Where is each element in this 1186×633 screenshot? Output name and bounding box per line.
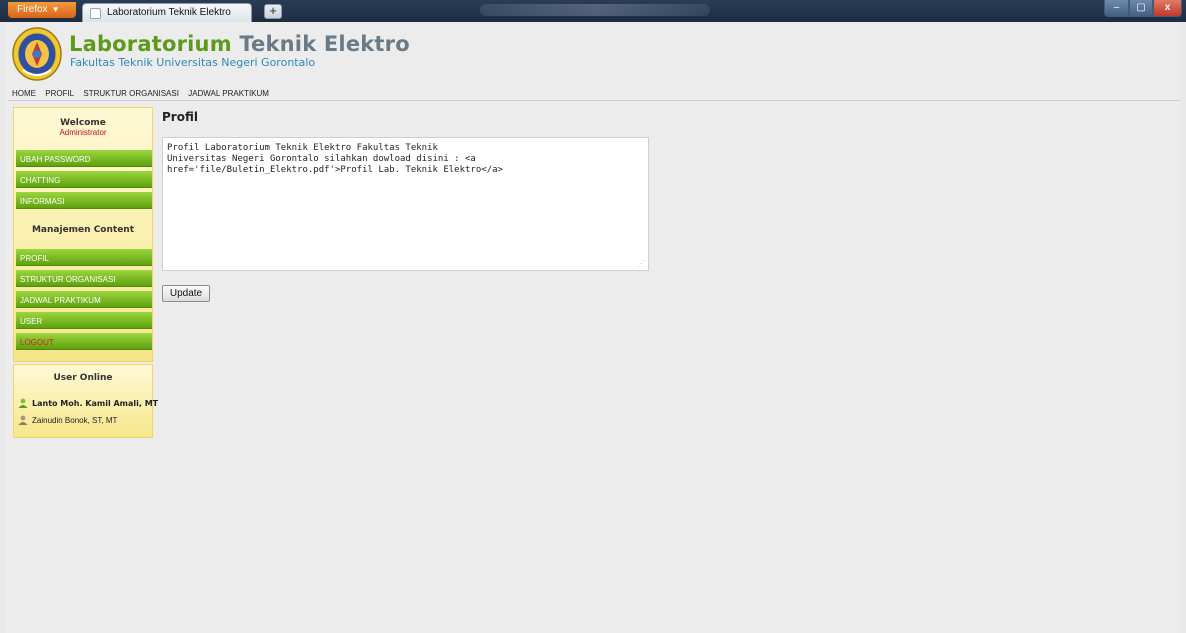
nav-profil[interactable]: PROFIL <box>45 89 74 98</box>
user-role: Administrator <box>59 128 107 137</box>
user-online-heading: User Online <box>53 373 113 383</box>
online-user-row: Lanto Moh. Kamil Amali, MT <box>18 398 158 408</box>
header-divider <box>8 100 1180 101</box>
close-window-button[interactable]: x <box>1153 0 1182 17</box>
page-title: Profil <box>162 110 198 124</box>
site-title-part2: Teknik Elektro <box>239 32 410 56</box>
sidebar-welcome-panel: Welcome Administrator UBAH PASSWORD CHAT… <box>13 107 153 362</box>
maximize-button[interactable]: ▢ <box>1129 0 1153 17</box>
site-title: Laboratorium Teknik Elektro <box>69 32 410 56</box>
new-tab-button[interactable]: + <box>264 4 282 19</box>
update-button[interactable]: Update <box>162 285 210 302</box>
profile-content-textarea[interactable]: Profil Laboratorium Teknik Elektro Fakul… <box>162 137 649 271</box>
menu-chatting[interactable]: CHATTING <box>16 171 152 188</box>
menu-struktur-organisasi[interactable]: STRUKTUR ORGANISASI <box>16 270 152 287</box>
menu-jadwal-praktikum[interactable]: JADWAL PRAKTIKUM <box>16 291 152 308</box>
browser-tab[interactable]: Laboratorium Teknik Elektro <box>82 3 252 22</box>
online-user-row: Zainudin Bonok, ST, MT <box>18 415 117 425</box>
menu-profil[interactable]: PROFIL <box>16 249 152 266</box>
nav-jadwal-praktikum[interactable]: JADWAL PRAKTIKUM <box>188 89 269 98</box>
welcome-heading: Welcome <box>60 118 106 128</box>
tab-title: Laboratorium Teknik Elektro <box>107 7 231 18</box>
user-online-icon <box>18 398 28 408</box>
chevron-down-icon: ▼ <box>51 5 60 14</box>
site-title-part1: Laboratorium <box>69 32 232 56</box>
online-user-name: Lanto Moh. Kamil Amali, MT <box>32 399 159 408</box>
nav-home[interactable]: HOME <box>12 89 36 98</box>
online-user-name: Zainudin Bonok, ST, MT <box>32 416 118 425</box>
firefox-menu-button[interactable]: Firefox ▼ <box>8 2 76 18</box>
menu-user[interactable]: USER <box>16 312 152 329</box>
menu-ubah-password[interactable]: UBAH PASSWORD <box>16 150 152 167</box>
nav-struktur-organisasi[interactable]: STRUKTUR ORGANISASI <box>83 89 179 98</box>
sidebar: Welcome Administrator UBAH PASSWORD CHAT… <box>13 107 158 438</box>
menu-logout[interactable]: LOGOUT <box>16 333 152 350</box>
blurred-window-title <box>480 4 710 16</box>
university-seal-icon <box>12 27 62 81</box>
user-offline-icon <box>18 415 28 425</box>
site-subtitle: Fakultas Teknik Universitas Negeri Goron… <box>70 56 316 69</box>
minimize-button[interactable]: – <box>1104 0 1129 17</box>
page-favicon-icon <box>90 8 101 19</box>
firefox-menu-label: Firefox <box>17 4 48 15</box>
sidebar-online-panel: User Online Lanto Moh. Kamil Amali, MT Z… <box>13 364 158 438</box>
resize-grip-icon[interactable]: ⋰ <box>637 260 646 269</box>
content-management-heading: Manajemen Content <box>31 225 135 235</box>
menu-informasi[interactable]: INFORMASI <box>16 192 152 209</box>
top-navigation: HOME PROFIL STRUKTUR ORGANISASI JADWAL P… <box>12 89 276 98</box>
